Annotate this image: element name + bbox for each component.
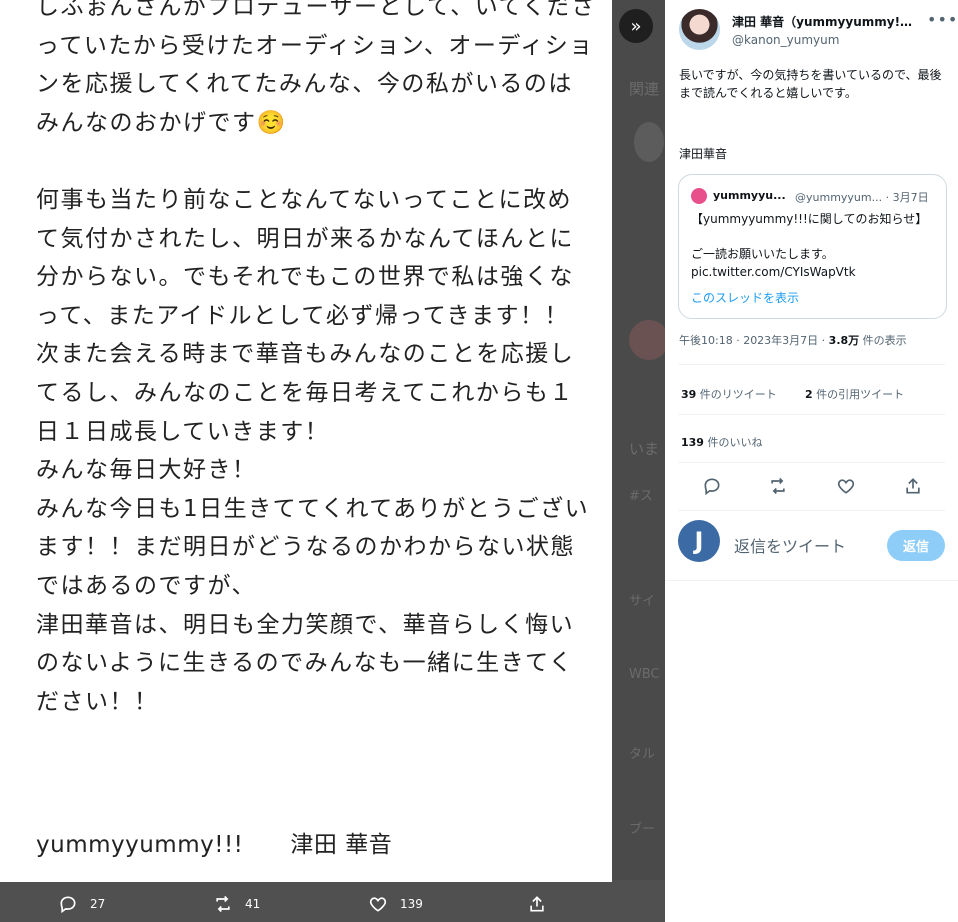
reply-count: 27: [90, 897, 106, 911]
quote-handle-date: @yummyyum... · 3月7日: [795, 191, 929, 204]
ghost-trend: タル: [629, 747, 656, 762]
ghost-heading: 関連: [629, 80, 660, 98]
ghost-trend: #ス: [629, 489, 653, 504]
heart-icon: [369, 897, 387, 912]
quote-author-name: yummyyu...: [713, 189, 786, 202]
tweet-metadata: 午後10:18 · 2023年3月7日 · 3.8万 件の表示: [679, 332, 907, 348]
background-sidebar: 関連 いま #ス サイ WBC タル ブー: [612, 0, 669, 880]
divider: [665, 580, 958, 581]
expand-icon[interactable]: »: [619, 9, 653, 43]
current-user-avatar[interactable]: J: [678, 520, 720, 562]
divider: [678, 510, 945, 511]
show-thread-link[interactable]: このスレッドを表示: [691, 289, 799, 306]
views-count: 3.8万: [828, 334, 860, 347]
views-label: 件の表示: [859, 334, 907, 347]
more-options-icon[interactable]: •••: [927, 10, 958, 29]
likes-label: 件のいいね: [703, 436, 763, 449]
reply-icon: [704, 478, 720, 496]
retweet-icon: [771, 477, 785, 495]
reply-submit-button[interactable]: 返信: [887, 530, 945, 561]
like-count: 139: [400, 897, 423, 911]
author-display-name[interactable]: 津田 華音（yummyyummy!…: [732, 13, 927, 30]
retweet-icon: [216, 895, 230, 913]
share-icon: [530, 896, 544, 912]
share-action[interactable]: [527, 894, 547, 914]
share-icon: [906, 478, 920, 494]
reply-action[interactable]: 27: [58, 894, 105, 914]
reply-input[interactable]: 返信をツイート: [734, 533, 846, 557]
tweet-text: 長いですが、今の気持ちを書いているので、最後まで読んでくれると嬉しいです。: [679, 68, 942, 100]
author-avatar[interactable]: [679, 9, 720, 50]
author-handle[interactable]: @kanon_yumyum: [732, 33, 839, 47]
like-action[interactable]: 139: [368, 894, 423, 914]
tweet-signature: 津田華音: [679, 147, 728, 161]
image-action-bar: 27 41 139: [0, 884, 612, 922]
retweet-action[interactable]: 41: [213, 894, 260, 914]
quote-text: 【yummyyummy!!!に関してのお知らせ】 ご一読お願いいたします。 pi…: [691, 212, 928, 279]
divider: [678, 462, 945, 463]
ghost-trend: ブー: [629, 822, 656, 837]
like-button[interactable]: [836, 476, 856, 496]
ghost-trend: サイ: [629, 594, 656, 609]
retweets-count: 39: [681, 388, 697, 401]
retweet-button[interactable]: [768, 476, 788, 496]
retweet-count: 41: [245, 897, 261, 911]
divider: [678, 414, 945, 415]
quote-avatar: [691, 188, 707, 204]
ghost-avatar: [634, 122, 664, 162]
quoted-tweet[interactable]: yummyyu... @yummyyum... · 3月7日 【yummyyum…: [678, 174, 947, 319]
retweets-label: 件のリツイート: [696, 388, 777, 401]
heart-icon: [837, 479, 855, 494]
reply-button[interactable]: [702, 476, 722, 496]
tweet-timestamp[interactable]: 午後10:18 · 2023年3月7日 ·: [679, 334, 829, 347]
image-signature: yummyyummy!!! 津田 華音: [36, 832, 393, 858]
retweets-stat[interactable]: 39 件のリツイート: [681, 386, 777, 402]
ghost-trend: WBC: [629, 667, 660, 682]
divider: [678, 364, 945, 365]
quotes-stat[interactable]: 2 件の引用ツイート: [805, 386, 904, 402]
tweet-image[interactable]: しふぉんさんがプロデューサーとして、いてくださっていたから受けたオーディション、…: [0, 0, 612, 882]
tweet-detail-panel: 津田 華音（yummyyummy!… @kanon_yumyum ••• 長いで…: [665, 0, 958, 922]
quotes-count: 2: [805, 388, 813, 401]
image-letter-text: しふぉんさんがプロデューサーとして、いてくださっていたから受けたオーディション、…: [36, 0, 596, 715]
ghost-heading: いま: [629, 440, 660, 458]
reply-icon: [60, 896, 76, 914]
ghost-avatar: [629, 320, 669, 360]
likes-count: 139: [681, 436, 704, 449]
share-button[interactable]: [903, 476, 923, 496]
likes-stat[interactable]: 139 件のいいね: [681, 434, 762, 450]
quotes-label: 件の引用ツイート: [812, 388, 905, 401]
